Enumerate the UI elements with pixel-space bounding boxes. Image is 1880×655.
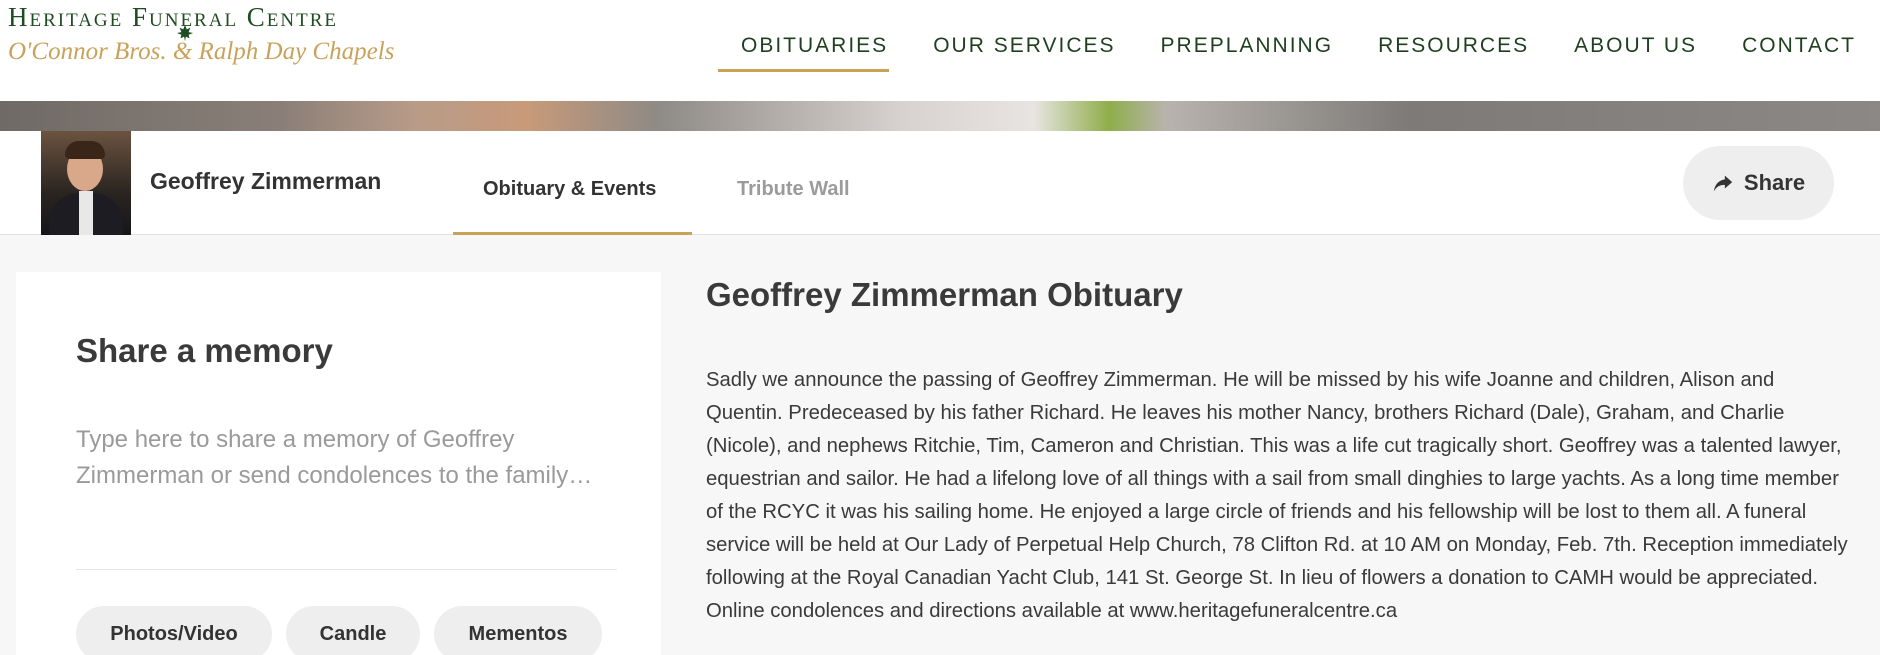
share-label: Share <box>1743 170 1806 195</box>
hero-banner-image <box>0 101 1880 131</box>
logo-subtitle: O'Connor Bros. & Ralph Day Chapels <box>8 38 395 65</box>
avatar <box>41 131 131 235</box>
main-nav: OBITUARIES OUR SERVICES PREPLANNING RESO… <box>717 30 1856 72</box>
tab-tribute-wall[interactable]: Tribute Wall <box>737 178 850 201</box>
nav-preplanning[interactable]: PREPLANNING <box>1161 30 1334 62</box>
share-arrow-icon <box>1713 175 1733 192</box>
candle-button[interactable]: Candle <box>286 606 420 655</box>
site-header: Heritage Funeral Centre O'Connor Bros. &… <box>0 0 1880 101</box>
site-logo[interactable]: Heritage Funeral Centre O'Connor Bros. &… <box>8 2 394 74</box>
mementos-button[interactable]: Mementos <box>434 606 602 655</box>
active-tab-indicator <box>453 232 692 235</box>
share-memory-card: Share a memory Photos/Video Candle Memen… <box>16 272 661 655</box>
nav-our-services[interactable]: OUR SERVICES <box>933 30 1115 62</box>
person-name: Geoffrey Zimmerman <box>150 168 382 194</box>
share-button[interactable]: Share <box>1683 146 1834 220</box>
nav-obituaries[interactable]: OBITUARIES <box>717 30 890 72</box>
obituary-text: Sadly we announce the passing of Geoffre… <box>706 369 1848 622</box>
share-memory-title: Share a memory <box>76 332 333 369</box>
nav-about-us[interactable]: ABOUT US <box>1574 30 1697 62</box>
logo-title: Heritage Funeral Centre <box>8 2 339 32</box>
nav-contact[interactable]: CONTACT <box>1742 30 1856 62</box>
memory-input[interactable] <box>76 422 616 532</box>
obituary-title: Geoffrey Zimmerman Obituary <box>706 276 1183 313</box>
profile-bar: Geoffrey Zimmerman Obituary & Events Tri… <box>0 131 1880 235</box>
photos-video-button[interactable]: Photos/Video <box>76 606 272 655</box>
tab-obituary-events[interactable]: Obituary & Events <box>483 178 656 201</box>
nav-resources[interactable]: RESOURCES <box>1378 30 1529 62</box>
divider <box>76 569 617 570</box>
